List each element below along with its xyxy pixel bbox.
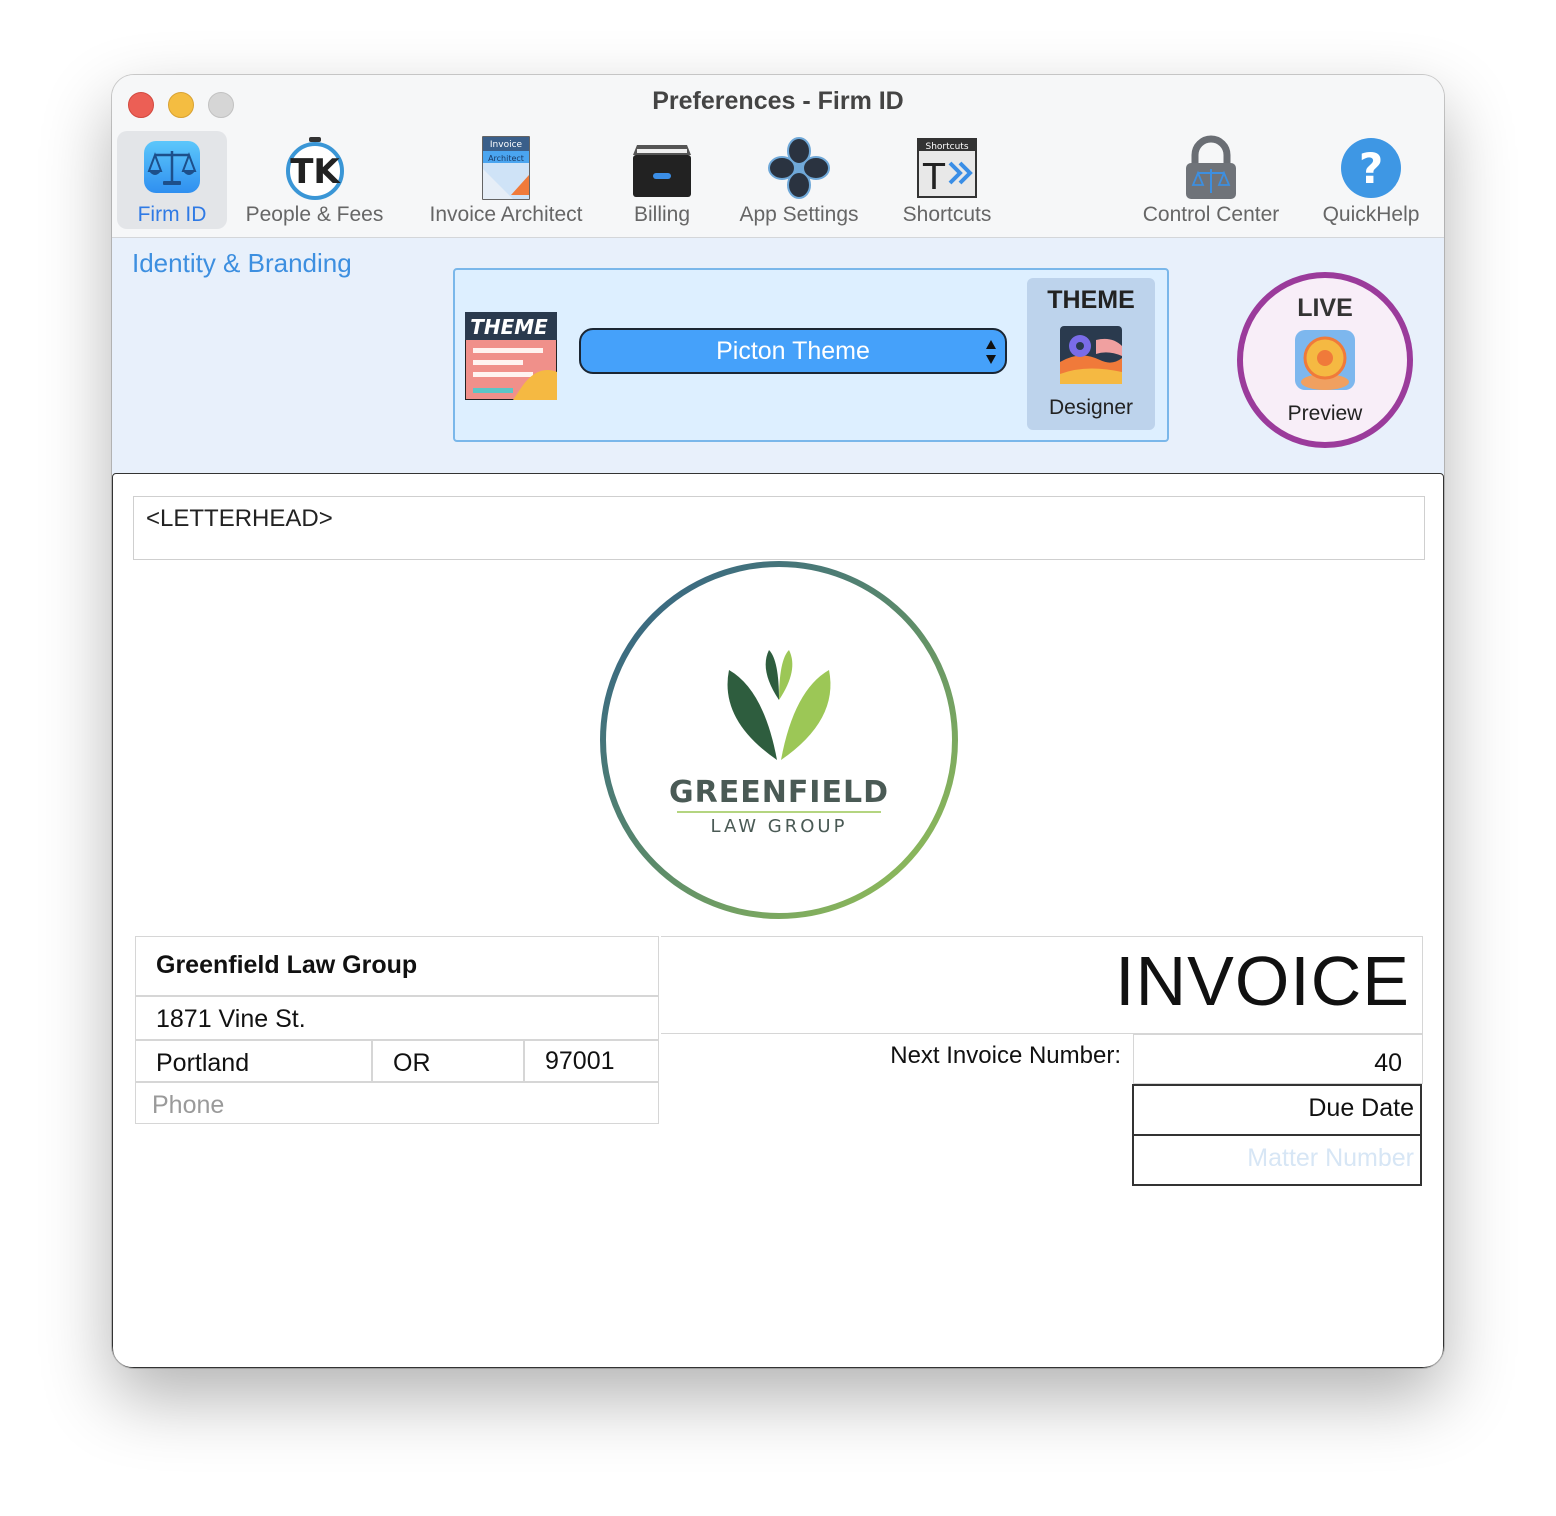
timekeeper-icon: TK xyxy=(285,137,344,200)
due-date-field[interactable]: Due Date xyxy=(1308,1094,1414,1123)
window-title: Preferences - Firm ID xyxy=(652,87,904,115)
theme-designer-icon xyxy=(1060,326,1122,384)
live-bottom-label: Preview xyxy=(1287,402,1363,425)
toolbar-quickhelp[interactable]: ? QuickHelp xyxy=(1310,131,1432,229)
letterhead-field[interactable]: <LETTERHEAD> xyxy=(133,496,1425,560)
toolbar-label: Firm ID xyxy=(137,203,207,226)
logo-sub: LAW GROUP xyxy=(711,816,848,837)
live-preview-icon xyxy=(1295,330,1355,390)
toolbar-control-center[interactable]: Control Center xyxy=(1132,131,1290,229)
next-invoice-number-field[interactable]: 40 xyxy=(1133,1034,1423,1084)
invoice-architect-icon: Invoice Architect xyxy=(482,136,530,200)
toolbar-shortcuts[interactable]: Shortcuts T Shortcuts xyxy=(887,131,1007,229)
theme-panel: THEME Picton Theme THEME Designer xyxy=(453,268,1169,442)
toolbar-label: QuickHelp xyxy=(1322,203,1420,226)
city-field[interactable]: Portland xyxy=(135,1040,372,1082)
next-invoice-label: Next Invoice Number: xyxy=(890,1042,1121,1069)
toolbar-app-settings[interactable]: App Settings xyxy=(724,131,874,229)
section-title: Identity & Branding xyxy=(132,248,352,278)
zip-field[interactable]: 97001 xyxy=(524,1040,659,1082)
svg-text:?: ? xyxy=(1359,144,1383,193)
logo-name: GREENFIELD xyxy=(669,775,889,810)
preferences-window: Preferences - Firm ID Firm ID TK People … xyxy=(112,75,1444,1368)
next-invoice-number: 40 xyxy=(1374,1049,1402,1077)
invoice-title: INVOICE xyxy=(1115,942,1410,1020)
firm-name-field[interactable]: Greenfield Law Group xyxy=(135,936,659,996)
designer-bottom-label: Designer xyxy=(1048,396,1134,419)
letterhead-text: <LETTERHEAD> xyxy=(146,505,333,532)
toolbar-label: Invoice Architect xyxy=(429,203,583,226)
firm-name: Greenfield Law Group xyxy=(156,951,418,979)
matter-number-field[interactable]: Matter Number xyxy=(1247,1144,1414,1173)
theme-select[interactable]: Picton Theme xyxy=(579,328,1007,374)
street-field[interactable]: 1871 Vine St. xyxy=(135,996,659,1040)
toolbar-people-fees[interactable]: TK People & Fees xyxy=(237,131,392,229)
toolbar-label: Shortcuts xyxy=(902,203,992,226)
theme-select-value: Picton Theme xyxy=(716,336,870,365)
live-top-label: LIVE xyxy=(1297,294,1353,322)
select-arrows-icon xyxy=(986,340,996,364)
toolbar-billing[interactable]: Billing xyxy=(617,131,707,229)
architect-mini-text: Architect xyxy=(488,154,524,163)
theme-badge-text: THEME xyxy=(470,315,548,339)
due-matter-box: Due Date Matter Number xyxy=(1132,1084,1422,1186)
live-preview-button[interactable]: LIVE Preview xyxy=(1237,272,1413,448)
toolbar-label: App Settings xyxy=(739,203,859,226)
state-field[interactable]: OR xyxy=(372,1040,524,1082)
firm-logo[interactable]: GREENFIELD LAW GROUP xyxy=(599,560,959,920)
invoice-mini-text: Invoice xyxy=(490,140,523,150)
street: 1871 Vine St. xyxy=(156,1005,306,1033)
state: OR xyxy=(393,1049,431,1077)
phone-placeholder: Phone xyxy=(152,1091,225,1119)
flower-icon xyxy=(768,137,830,199)
toolbar-firm-id[interactable]: Firm ID xyxy=(117,131,227,229)
theme-designer-button[interactable]: THEME Designer xyxy=(1027,278,1155,430)
invoice-title-area: INVOICE xyxy=(661,936,1423,1034)
invoice-preview: <LETTERHEAD> GREENFIELD LAW GROUP Greenf… xyxy=(112,473,1444,1368)
svg-text:T: T xyxy=(922,157,946,198)
titlebar: Preferences - Firm ID Firm ID TK People … xyxy=(112,75,1444,238)
toolbar-label: Control Center xyxy=(1142,203,1280,226)
shortcuts-icon: Shortcuts T xyxy=(917,138,977,198)
city: Portland xyxy=(156,1049,250,1077)
billing-drawer-icon xyxy=(633,145,691,197)
toolbar-invoice-architect[interactable]: Invoice Architect Invoice Architect xyxy=(412,131,600,229)
question-icon: ? xyxy=(1341,138,1401,198)
lock-icon xyxy=(1186,135,1236,199)
toolbar-label: People & Fees xyxy=(245,203,384,226)
due-divider xyxy=(1134,1134,1420,1136)
zip: 97001 xyxy=(545,1047,615,1075)
shortcuts-mini-text: Shortcuts xyxy=(925,142,968,152)
svg-text:TK: TK xyxy=(290,152,341,192)
designer-top-label: THEME xyxy=(1047,286,1135,314)
phone-field[interactable]: Phone xyxy=(135,1082,659,1124)
theme-icon[interactable]: THEME xyxy=(465,312,557,400)
identity-header: Identity & Branding THEME Picton Theme T… xyxy=(112,238,1444,474)
toolbar-label: Billing xyxy=(633,203,691,226)
scales-icon xyxy=(144,141,200,193)
